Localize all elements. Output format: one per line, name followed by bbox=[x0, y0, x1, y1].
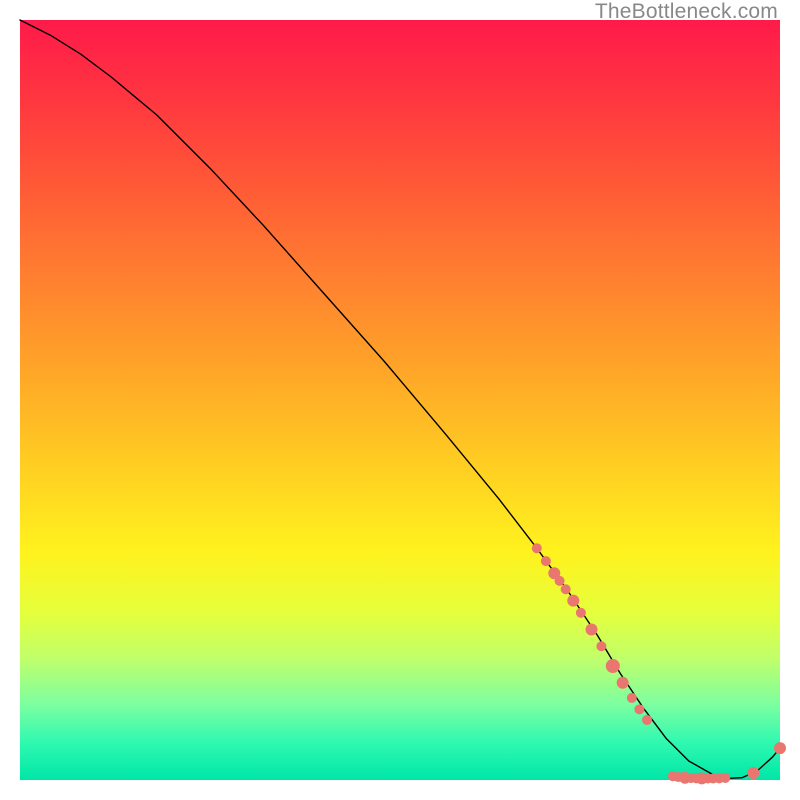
scatter-dot bbox=[627, 693, 637, 703]
scatter-dot bbox=[606, 659, 620, 673]
scatter-dot bbox=[586, 624, 598, 636]
scatter-dot bbox=[774, 742, 786, 754]
chart-overlay bbox=[20, 20, 780, 780]
scatter-dot bbox=[642, 715, 652, 725]
scatter-dot bbox=[747, 767, 759, 779]
scatter-dot bbox=[634, 704, 644, 714]
scatter-dot bbox=[567, 595, 579, 607]
scatter-dot bbox=[576, 608, 586, 618]
scatter-dot bbox=[561, 584, 571, 594]
scatter-dot bbox=[541, 556, 551, 566]
scatter-dot bbox=[532, 543, 542, 553]
scatter-dot bbox=[596, 641, 606, 651]
scatter-dot bbox=[720, 773, 730, 783]
scatter-group bbox=[532, 543, 786, 784]
scatter-dot bbox=[555, 576, 565, 586]
chart-container: TheBottleneck.com bbox=[0, 0, 800, 800]
bottleneck-curve bbox=[20, 20, 780, 778]
scatter-dot bbox=[617, 677, 629, 689]
